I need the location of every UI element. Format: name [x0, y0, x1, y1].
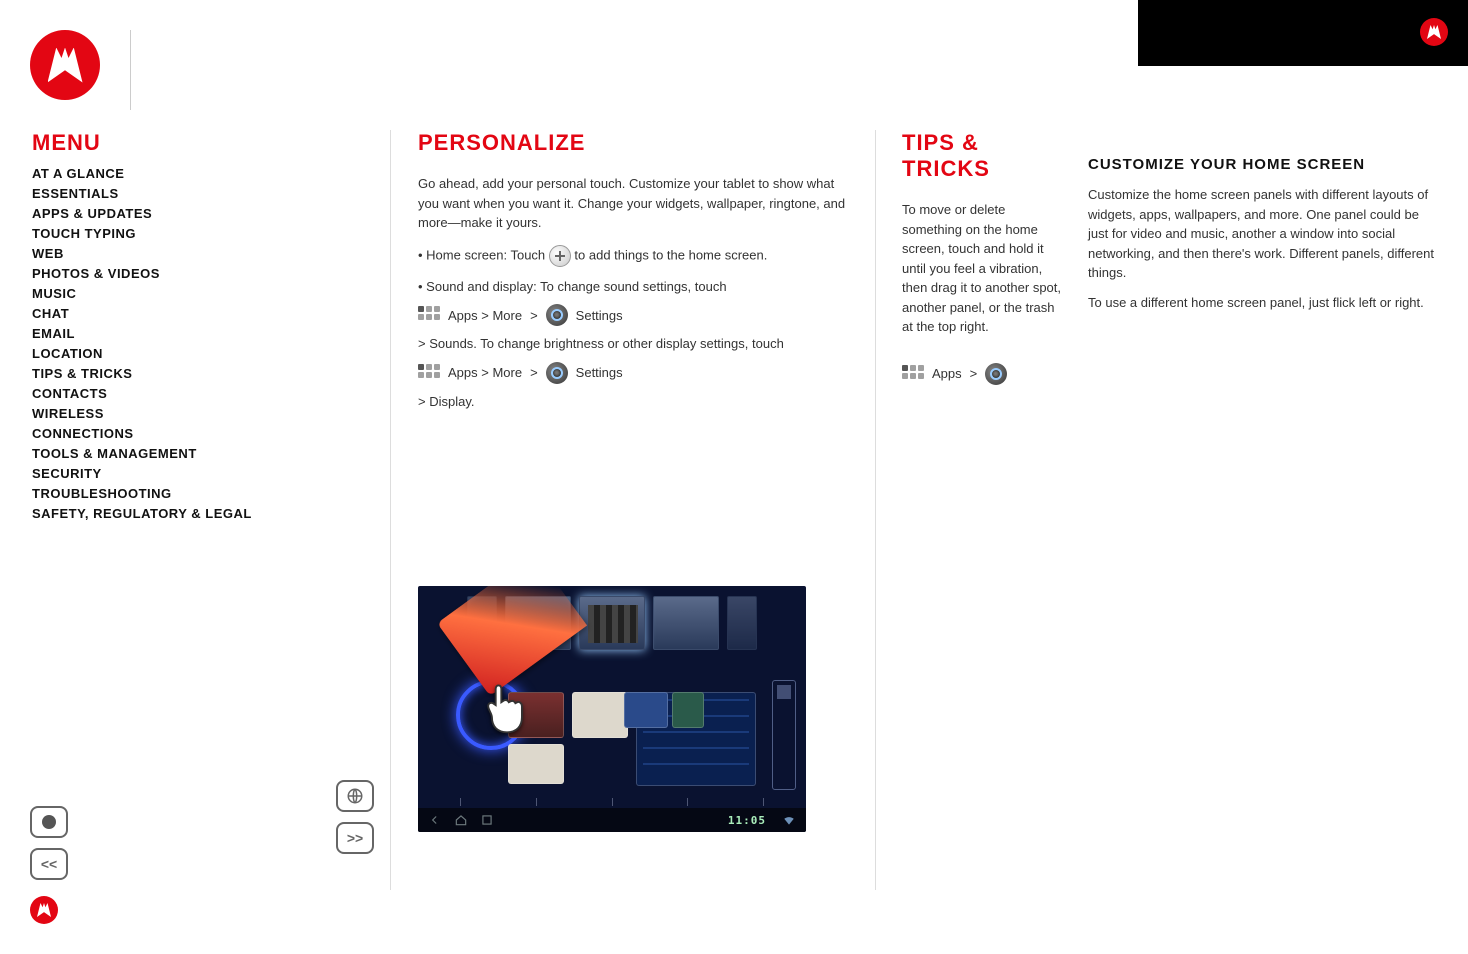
prev-button[interactable]: <<: [30, 848, 68, 880]
motorola-logo-small-icon: [1420, 18, 1448, 46]
plus-icon: [549, 245, 571, 267]
section-title-tips: TIPS & TRICKS: [902, 130, 1062, 182]
menu-item[interactable]: MUSIC: [32, 286, 352, 301]
menu-item[interactable]: PHOTOS & VIDEOS: [32, 266, 352, 281]
panel-thumb: [727, 596, 757, 650]
section-title-personalize: PERSONALIZE: [418, 130, 858, 156]
divider: [875, 130, 876, 890]
text: Apps > More: [448, 365, 522, 380]
personalize-column: PERSONALIZE Go ahead, add your personal …: [418, 130, 858, 411]
motorola-logo-icon: [30, 30, 100, 100]
text: • Home screen: Touch: [418, 247, 545, 262]
customize-column: CUSTOMIZE YOUR HOME SCREEN Customize the…: [1088, 156, 1438, 312]
menu-item[interactable]: AT A GLANCE: [32, 166, 352, 181]
customize-title: CUSTOMIZE YOUR HOME SCREEN: [1088, 156, 1438, 173]
home-screen-line: • Home screen: Touch to add things to th…: [418, 245, 858, 267]
recent-icon: [480, 813, 494, 827]
personalize-intro: Go ahead, add your personal touch. Custo…: [418, 174, 858, 233]
apps-settings-short: Apps >: [902, 363, 1062, 385]
apps-settings-sound: Apps > More > Settings: [418, 304, 858, 326]
widget-thumb: [508, 744, 564, 784]
panel-indicator-ticks: [460, 798, 764, 808]
menu-panel: MENU AT A GLANCE ESSENTIALS APPS & UPDAT…: [32, 130, 352, 526]
menu-item[interactable]: LOCATION: [32, 346, 352, 361]
home-dot-button[interactable]: [30, 806, 68, 838]
wifi-icon: [782, 813, 796, 827]
widget-thumb: [624, 692, 668, 728]
apps-grid-icon: [418, 364, 440, 382]
menu-item[interactable]: WIRELESS: [32, 406, 352, 421]
menu-item[interactable]: TROUBLESHOOTING: [32, 486, 352, 501]
widget-sidebar: [772, 680, 796, 790]
apps-grid-icon: [418, 306, 440, 324]
menu-item[interactable]: CONTACTS: [32, 386, 352, 401]
next-button[interactable]: >>: [336, 822, 374, 854]
footer-nav-right: >>: [336, 780, 374, 854]
panel-thumb: [653, 596, 719, 650]
text: • Sound and display: To change sound set…: [418, 279, 727, 294]
motorola-logo-icon: [30, 896, 58, 924]
menu-item[interactable]: WEB: [32, 246, 352, 261]
globe-button[interactable]: [336, 780, 374, 812]
panel-thumb-active: [579, 596, 645, 650]
hand-cursor-icon: [476, 676, 536, 736]
apps-settings-display: Apps > More > Settings: [418, 362, 858, 384]
menu-item[interactable]: SAFETY, REGULATORY & LEGAL: [32, 506, 352, 521]
menu-item[interactable]: APPS & UPDATES: [32, 206, 352, 221]
text: to add things to the home screen.: [574, 247, 767, 262]
text: >: [530, 365, 538, 380]
text: Settings: [576, 308, 623, 323]
tips-body: To move or delete something on the home …: [902, 200, 1062, 337]
widget-chooser: [508, 692, 776, 790]
clock-time: 11:05: [728, 814, 766, 827]
back-icon: [428, 813, 442, 827]
menu-title: MENU: [32, 130, 352, 156]
divider: [390, 130, 391, 890]
sound-cont: > Sounds. To change brightness or other …: [418, 334, 858, 354]
text: >: [970, 366, 978, 381]
menu-item[interactable]: CHAT: [32, 306, 352, 321]
widget-thumb: [572, 692, 628, 738]
text: Apps: [932, 366, 962, 381]
menu-item[interactable]: SECURITY: [32, 466, 352, 481]
prev-label: <<: [41, 856, 57, 872]
top-bar: [1138, 0, 1468, 66]
menu-item[interactable]: TIPS & TRICKS: [32, 366, 352, 381]
customize-body2: To use a different home screen panel, ju…: [1088, 293, 1438, 313]
menu-item[interactable]: TOUCH TYPING: [32, 226, 352, 241]
settings-gear-icon: [546, 362, 568, 384]
display-cont: > Display.: [418, 392, 858, 412]
customize-body: Customize the home screen panels with di…: [1088, 185, 1438, 283]
widget-thumb: [672, 692, 704, 728]
text: Apps > More: [448, 308, 522, 323]
settings-gear-icon: [546, 304, 568, 326]
menu-item[interactable]: EMAIL: [32, 326, 352, 341]
home-icon: [454, 813, 468, 827]
menu-item[interactable]: CONNECTIONS: [32, 426, 352, 441]
footer-nav-left: <<: [30, 806, 68, 924]
divider: [130, 30, 131, 110]
sound-display-line: • Sound and display: To change sound set…: [418, 277, 858, 297]
tips-column: TIPS & TRICKS To move or delete somethin…: [902, 130, 1062, 393]
next-label: >>: [347, 830, 363, 846]
menu-item[interactable]: TOOLS & MANAGEMENT: [32, 446, 352, 461]
menu-list: AT A GLANCE ESSENTIALS APPS & UPDATES TO…: [32, 166, 352, 521]
menu-item[interactable]: ESSENTIALS: [32, 186, 352, 201]
settings-gear-icon: [985, 363, 1007, 385]
text: >: [530, 308, 538, 323]
system-navbar: 11:05: [418, 808, 806, 832]
apps-grid-icon: [902, 365, 924, 383]
tablet-screenshot: 11:05: [418, 586, 806, 832]
text: Settings: [576, 365, 623, 380]
